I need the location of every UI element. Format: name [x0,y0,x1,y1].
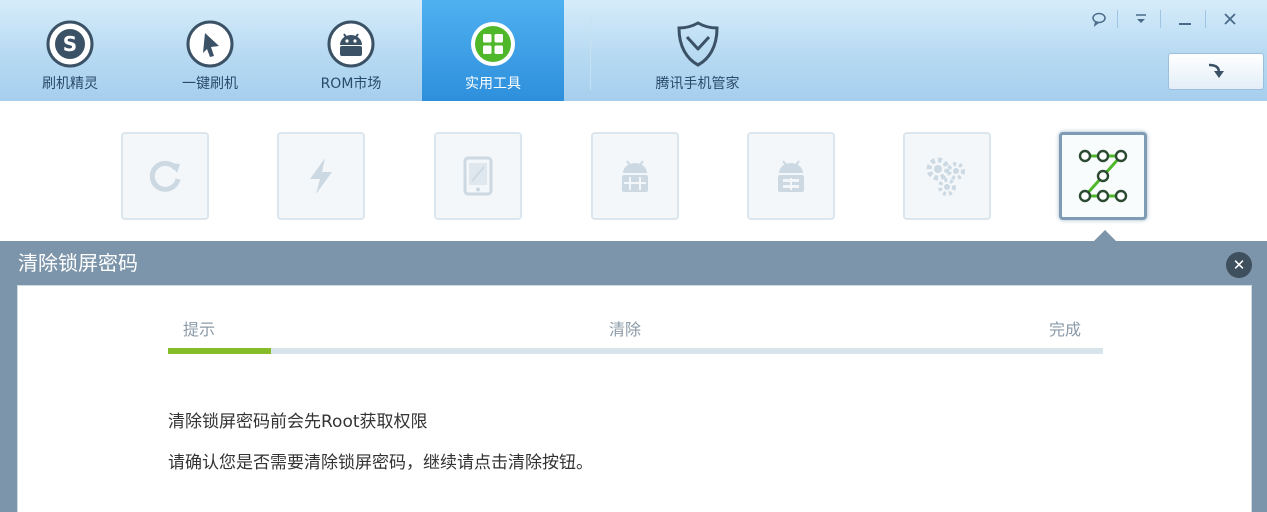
svg-text:S: S [63,32,77,56]
window-control-divider [1117,10,1118,28]
menu-icon [1136,14,1146,23]
window-control-divider [1160,10,1161,28]
nav-tab-one-click-flash[interactable]: 一键刷机 [140,0,280,101]
feedback-icon [1092,12,1106,27]
close-icon [1224,13,1236,25]
tool-quick-flash[interactable] [277,132,365,220]
nav-divider [590,14,591,90]
shield-heart-icon [676,21,719,67]
grid-tools-icon [471,22,515,66]
dialog-body: 提示 清除 完成 清除锁屏密码前会先Root获取权限 请确认您是否需要清除锁屏密… [17,285,1252,512]
feedback-button[interactable] [1084,6,1114,32]
message-line-1: 清除锁屏密码前会先Root获取权限 [168,412,428,432]
dialog-title: 清除锁屏密码 [18,251,138,275]
tablet-icon [463,156,493,196]
nav-tab-rom-market[interactable]: ROM市场 [280,0,422,101]
step-clear: 清除 [609,320,642,339]
tool-row [0,101,1267,241]
nav-tab-label: 刷机精灵 [42,76,98,92]
close-icon: ✕ [1232,256,1246,274]
tool-settings[interactable] [903,132,991,220]
close-window-button[interactable] [1215,6,1245,32]
menu-button[interactable] [1126,6,1156,32]
nav-tab-utilities[interactable]: 实用工具 [422,0,564,101]
nav-tab-label: ROM市场 [320,76,382,92]
tool-android-package[interactable] [591,132,679,220]
message-line-2: 请确认您是否需要清除锁屏密码，继续请点击清除按钮。 [168,453,593,473]
redirect-button[interactable] [1168,53,1264,90]
nav-tab-label: 腾讯手机管家 [655,76,740,92]
progress-fill [168,348,271,354]
android-rom-icon [327,20,375,68]
android-package-icon [622,160,648,192]
dialog-close-button[interactable]: ✕ [1226,252,1252,278]
refresh-icon [149,160,181,192]
minimize-icon [1179,23,1191,25]
step-hint: 提示 [183,320,216,339]
lightning-icon [310,158,332,194]
nav-tab-label: 一键刷机 [182,76,238,92]
tool-device[interactable] [434,132,522,220]
clear-lock-password-dialog: 清除锁屏密码 ✕ 提示 清除 完成 清除锁屏密码前会先Root获取权限 请确认您… [0,241,1267,512]
nav-tab-label: 实用工具 [465,76,521,92]
one-click-flash-icon [186,20,234,68]
progress-track [168,348,1103,354]
nav-tab-tencent-manager[interactable]: 腾讯手机管家 [610,0,785,101]
nav-tab-flash-wizard[interactable]: S 刷机精灵 [0,0,140,101]
step-done: 完成 [1049,320,1082,339]
window-control-divider [1205,10,1206,28]
tool-clear-lock-password[interactable] [1059,132,1147,220]
tool-refresh[interactable] [121,132,209,220]
android-backup-icon [778,160,804,192]
gears-icon [926,157,965,196]
curved-arrow-icon [1208,63,1224,78]
pattern-lock-icon [1078,149,1128,203]
shuajijingling-logo-icon: S [46,20,94,68]
top-nav-bar: S 刷机精灵 一键刷机 ROM市场 实用工具 腾讯手机管家 [0,0,1267,102]
tool-android-backup[interactable] [747,132,835,220]
active-tool-pointer [1094,230,1116,241]
minimize-button[interactable] [1170,6,1200,32]
window-controls [1080,6,1255,32]
